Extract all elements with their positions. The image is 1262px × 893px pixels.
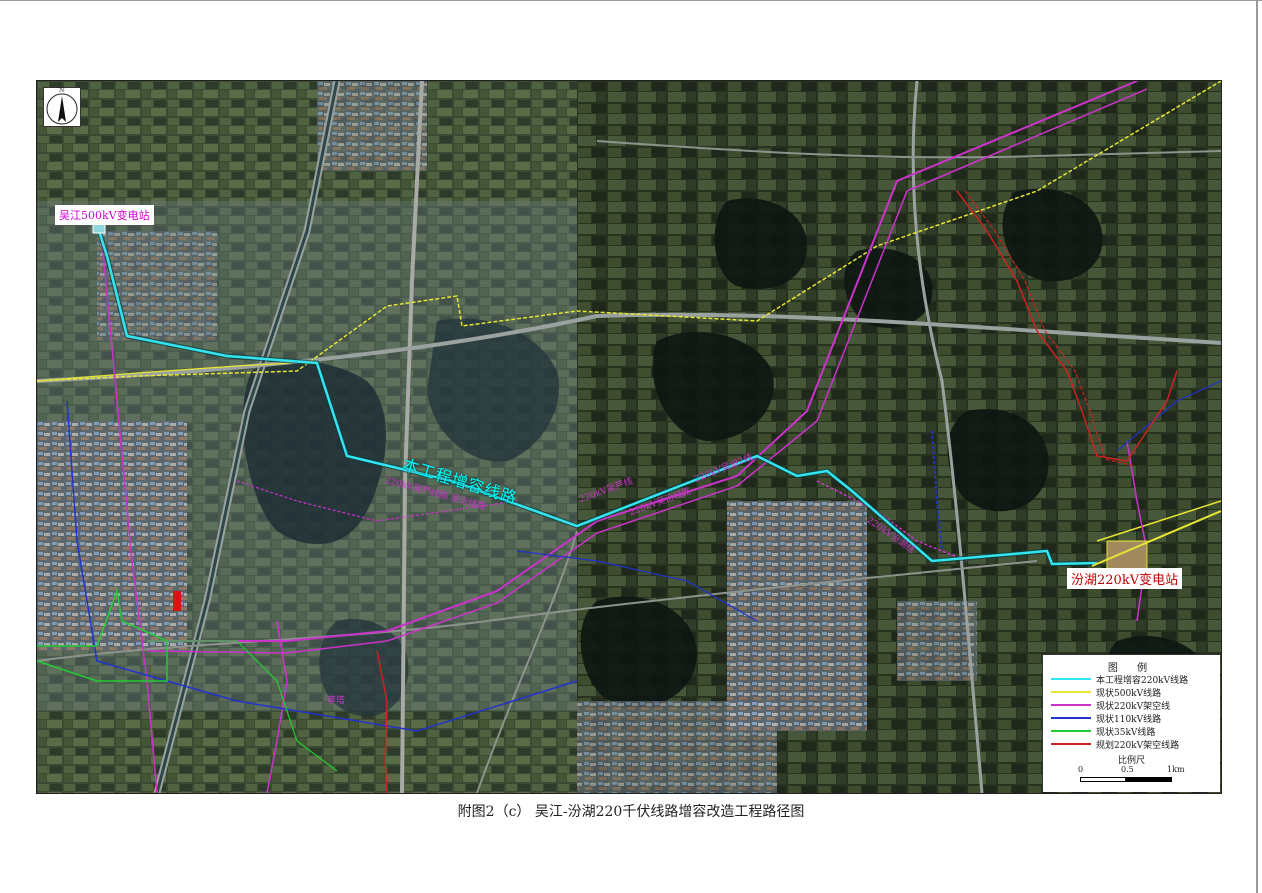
legend-swatch: [1051, 743, 1091, 745]
legend-item: 现状35kV线路: [1051, 725, 1216, 738]
legend-label: 现状110kV线路: [1096, 715, 1162, 725]
legend-label: 本工程增容220kV线路: [1096, 676, 1189, 686]
page-frame-right: [1256, 0, 1258, 893]
scale-tick: 0.5: [1121, 765, 1134, 774]
scale-tick: 1km: [1167, 765, 1185, 774]
legend-swatch: [1051, 691, 1091, 693]
scale-bar-segment: [1080, 777, 1126, 782]
figure-caption: 附图2（c） 吴江-汾湖220千伏线路增容改造工程路径图: [457, 804, 805, 820]
station-label-wujiang: 吴江500kV变电站: [55, 205, 154, 225]
legend-label: 现状220kV架空线: [1096, 702, 1171, 712]
place-label: 莘塔: [327, 696, 346, 706]
legend-label: 规划220kV架空线路: [1096, 741, 1180, 751]
page-frame-top: [0, 0, 1262, 1]
legend-item: 本工程增容220kV线路: [1051, 673, 1216, 686]
legend-label: 现状35kV线路: [1096, 728, 1156, 738]
scale-tick: 0: [1078, 765, 1084, 774]
north-arrow: N: [43, 87, 81, 127]
legend-swatch: [1051, 730, 1091, 732]
route-map[interactable]: N 吴江500kV变电站 汾湖220kV变电站 本工程增容线路 220kV吴芦线…: [36, 80, 1222, 794]
station-label-fenhu: 汾湖220kV变电站: [1067, 568, 1183, 589]
legend-swatch: [1051, 678, 1091, 680]
north-letter: N: [59, 87, 65, 94]
legend-item: 现状500kV线路: [1051, 686, 1216, 699]
legend-item: 现状220kV架空线: [1051, 699, 1216, 712]
legend-label: 现状500kV线路: [1096, 689, 1162, 699]
legend-swatch: [1051, 704, 1091, 706]
legend-title: 图 例: [1107, 663, 1156, 674]
legend-swatch: [1051, 717, 1091, 719]
legend-item: 现状110kV线路: [1051, 712, 1216, 725]
scale-bar-segment: [1126, 777, 1172, 782]
planned-marker: [173, 591, 181, 611]
map-legend: 图 例 本工程增容220kV线路 现状500kV线路 现状220kV架空线 现状…: [1042, 654, 1220, 792]
legend-item: 规划220kV架空线路: [1051, 738, 1216, 751]
